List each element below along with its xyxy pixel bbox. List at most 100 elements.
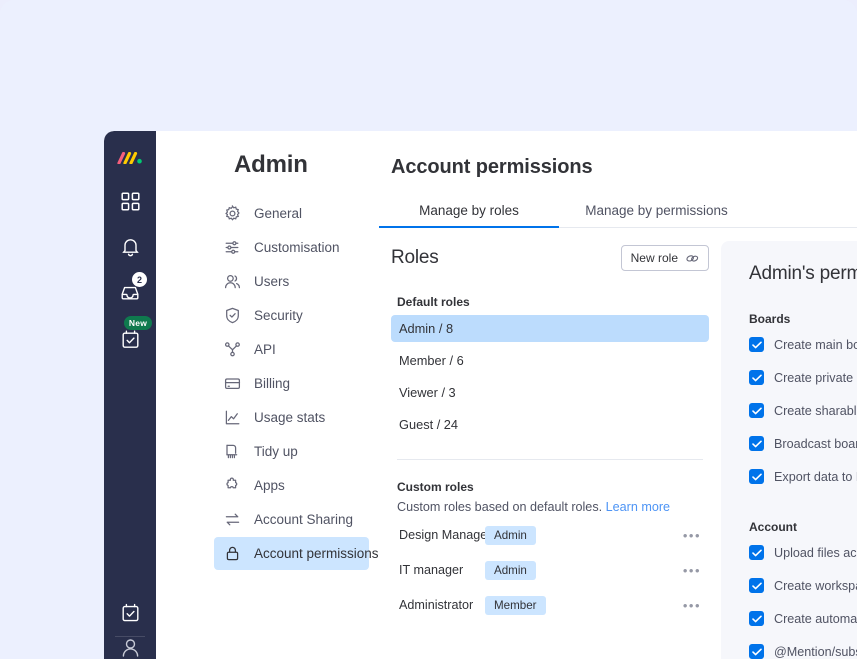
my-work-new-badge: New — [123, 316, 152, 330]
sidebar-item-label: Account Sharing — [254, 512, 354, 527]
api-nodes-icon — [223, 341, 241, 359]
custom-roles-description-text: Custom roles based on default roles. — [397, 500, 603, 514]
permission-row[interactable]: Create private boa — [749, 361, 857, 394]
grid-apps-icon[interactable] — [104, 178, 156, 224]
main-content: Account permissions Manage by roles Mana… — [379, 131, 857, 659]
checkbox-checked[interactable] — [749, 403, 764, 418]
sidebar-item-label: API — [254, 342, 276, 357]
inbox-icon[interactable]: 2 — [104, 270, 156, 316]
permission-row[interactable]: Create sharable b- — [749, 394, 857, 427]
sidebar-item-customisation[interactable]: Customisation — [214, 231, 369, 264]
role-row[interactable]: Admin / 8 — [391, 315, 709, 342]
sidebar-item-general[interactable]: General — [214, 197, 369, 230]
custom-role-name: Design Manager — [399, 528, 492, 542]
custom-role-base-badge: Admin — [485, 525, 536, 545]
sliders-icon — [223, 239, 241, 257]
users-icon — [223, 273, 241, 291]
role-label: Member / 6 — [399, 353, 464, 368]
sparkle-ai-icon — [686, 253, 699, 264]
permission-group-label: Boards — [749, 312, 791, 326]
sidebar-item-api[interactable]: API — [214, 333, 369, 366]
role-label: Guest / 24 — [399, 417, 459, 432]
role-row[interactable]: Viewer / 3 — [391, 379, 709, 406]
broom-icon — [223, 443, 241, 461]
checkbox-checked[interactable] — [749, 611, 764, 626]
learn-more-link[interactable]: Learn more — [606, 500, 670, 514]
sidebar-item-label: Security — [254, 308, 303, 323]
permission-row[interactable]: @Mention/subs — [749, 635, 857, 659]
default-roles-label: Default roles — [397, 295, 470, 309]
sidebar-item-label: Apps — [254, 478, 285, 493]
gear-icon — [223, 205, 241, 223]
checkbox-checked[interactable] — [749, 370, 764, 385]
tab-bar: Manage by roles Manage by permissions — [379, 196, 857, 228]
custom-roles-description: Custom roles based on default roles. Lea… — [397, 500, 709, 514]
permission-row[interactable]: Upload files acros — [749, 536, 857, 569]
roles-heading: Roles — [391, 247, 439, 268]
role-row[interactable]: Guest / 24 — [391, 411, 709, 438]
sidebar-item-users[interactable]: Users — [214, 265, 369, 298]
bell-notifications-icon[interactable] — [104, 224, 156, 270]
roles-header: Roles New role — [391, 241, 709, 275]
tab-manage-by-permissions[interactable]: Manage by permissions — [559, 203, 754, 227]
permission-row[interactable]: Create main board — [749, 328, 857, 361]
exchange-arrows-icon — [223, 511, 241, 529]
permission-group-label: Account — [749, 520, 797, 534]
permission-row[interactable]: Create workspace — [749, 569, 857, 602]
sidebar-item-account-permissions[interactable]: Account permissions — [214, 537, 379, 570]
custom-role-row[interactable]: Administrator Member ••• — [391, 591, 709, 619]
permission-label: Create sharable b- — [774, 403, 857, 418]
checkbox-checked[interactable] — [749, 469, 764, 484]
role-label: Viewer / 3 — [399, 385, 456, 400]
sidebar-item-label: Customisation — [254, 240, 340, 255]
custom-role-base-badge: Member — [485, 595, 546, 615]
my-work-checkbox-icon[interactable]: New — [104, 316, 156, 362]
custom-role-base-badge: Admin — [485, 560, 536, 580]
sidebar-item-account-sharing[interactable]: Account Sharing — [214, 503, 369, 536]
global-rail: 2 New — [104, 131, 156, 659]
sidebar-item-apps[interactable]: Apps — [214, 469, 369, 502]
content-title: Account permissions — [391, 156, 593, 178]
role-label: Admin / 8 — [399, 321, 454, 336]
ellipsis-icon[interactable]: ••• — [683, 599, 701, 612]
puzzle-icon — [223, 477, 241, 495]
lock-icon — [223, 545, 241, 563]
custom-role-row[interactable]: Design Manager Admin ••• — [391, 521, 709, 549]
checkbox-checked[interactable] — [749, 436, 764, 451]
permissions-title: Admin's perm — [749, 263, 857, 284]
chart-line-icon — [223, 409, 241, 427]
checkbox-checked[interactable] — [749, 337, 764, 352]
tab-manage-by-roles[interactable]: Manage by roles — [379, 203, 559, 228]
permission-row[interactable]: Create automation — [749, 602, 857, 635]
role-row[interactable]: Member / 6 — [391, 347, 709, 374]
permission-label: Create main board — [774, 337, 857, 352]
permission-label: Export data to Exc — [774, 469, 857, 484]
sidebar-item-billing[interactable]: Billing — [214, 367, 369, 400]
permission-row[interactable]: Export data to Exc — [749, 460, 857, 493]
sidebar-item-security[interactable]: Security — [214, 299, 369, 332]
sidebar-item-label: Tidy up — [254, 444, 298, 459]
checkbox-checked[interactable] — [749, 578, 764, 593]
ellipsis-icon[interactable]: ••• — [683, 564, 701, 577]
permission-label: Broadcast boards- — [774, 436, 857, 451]
inbox-badge-count: 2 — [132, 272, 147, 287]
permission-label: Create workspace — [774, 578, 857, 593]
credit-card-icon — [223, 375, 241, 393]
sidebar-item-label: Users — [254, 274, 290, 289]
monday-logo-icon[interactable] — [116, 148, 144, 168]
custom-role-name: IT manager — [399, 563, 464, 577]
avatar[interactable] — [104, 637, 156, 659]
sidebar-item-usage-stats[interactable]: Usage stats — [214, 401, 369, 434]
sidebar-item-label: General — [254, 206, 303, 221]
sidebar-item-tidy-up[interactable]: Tidy up — [214, 435, 369, 468]
checkbox-checked[interactable] — [749, 545, 764, 560]
shield-check-icon — [223, 307, 241, 325]
new-role-label: New role — [630, 251, 678, 265]
ellipsis-icon[interactable]: ••• — [683, 529, 701, 542]
new-role-button[interactable]: New role — [620, 245, 709, 271]
checkbox-checked[interactable] — [749, 644, 764, 659]
custom-role-row[interactable]: IT manager Admin ••• — [391, 556, 709, 584]
rail-bottom-group — [104, 590, 156, 659]
permission-row[interactable]: Broadcast boards- — [749, 427, 857, 460]
calendar-check-icon[interactable] — [104, 590, 156, 636]
